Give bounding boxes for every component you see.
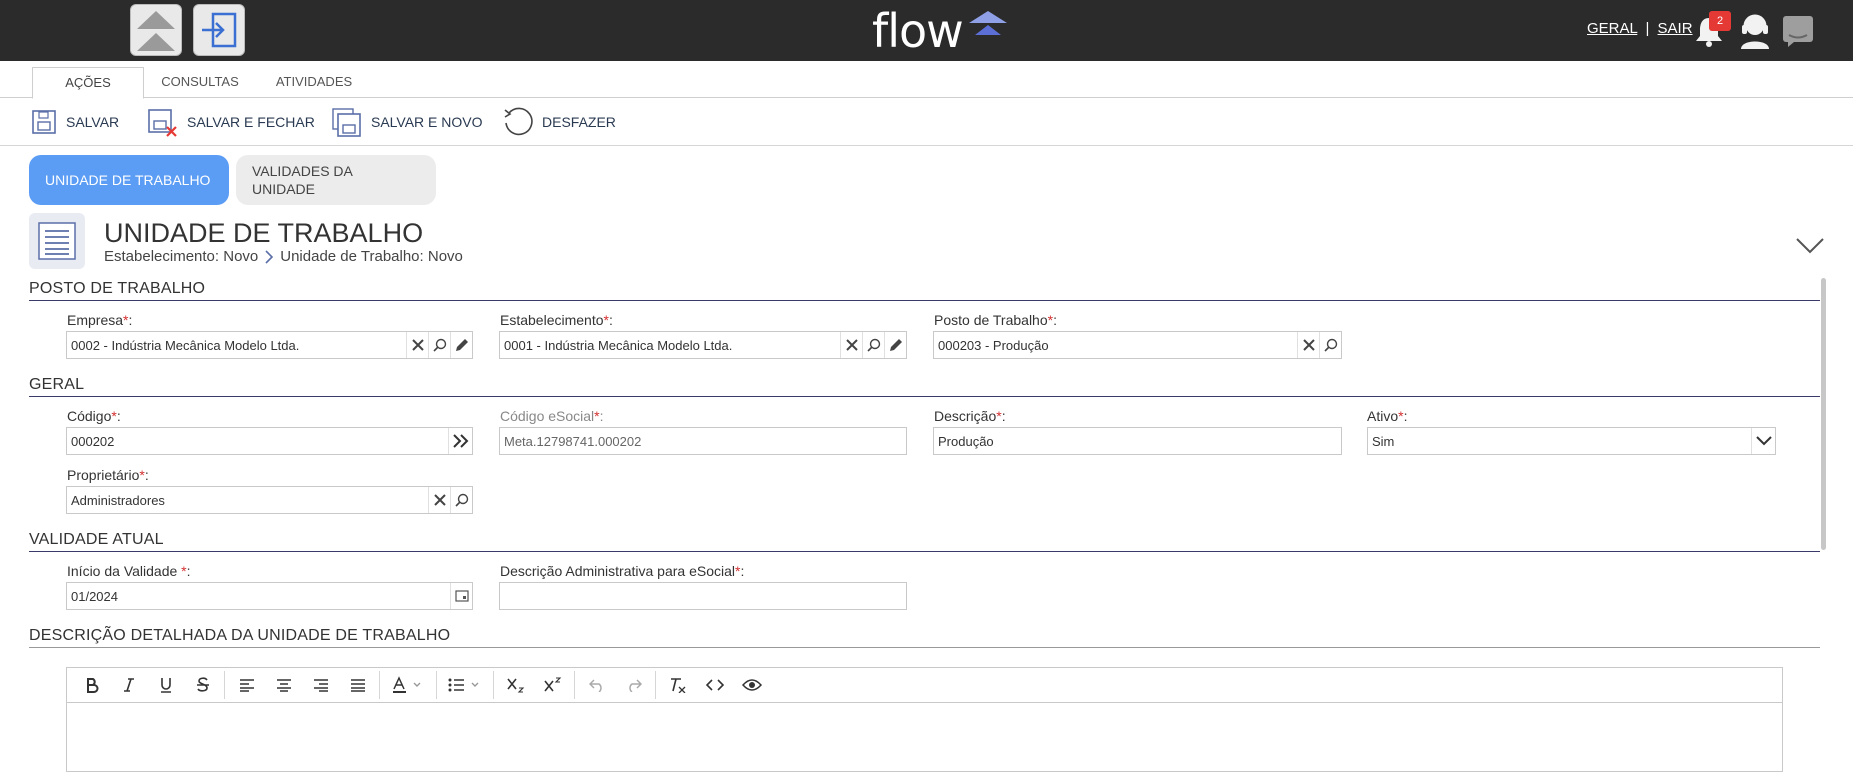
sign-in-icon	[202, 12, 237, 48]
subscript-icon[interactable]	[497, 670, 534, 700]
esocial-code-field: Meta.12798741.000202	[499, 427, 907, 455]
codigo-label: Código*:	[67, 408, 121, 424]
section-divider	[29, 647, 1820, 648]
clear-format-icon[interactable]	[659, 670, 696, 700]
action-toolbar: SALVAR SALVAR E FECHAR SALVAR E NOVO DES…	[0, 98, 1853, 146]
clear-icon[interactable]	[406, 332, 428, 358]
align-right-icon[interactable]	[302, 670, 339, 700]
align-center-icon[interactable]	[265, 670, 302, 700]
bold-icon[interactable]	[73, 670, 110, 700]
save-new-button[interactable]: SALVAR E NOVO	[331, 106, 483, 138]
top-links: GERAL | SAIR	[1587, 20, 1693, 37]
posto-label: Posto de Trabalho*:	[934, 312, 1057, 328]
undo-edit-icon[interactable]	[578, 670, 615, 700]
tab-consultas[interactable]: CONSULTAS	[152, 67, 248, 99]
calendar-icon[interactable]	[450, 583, 472, 609]
edit-pencil-icon[interactable]	[450, 332, 472, 358]
login-button[interactable]	[193, 4, 245, 56]
chevron-right-icon	[265, 249, 274, 264]
superscript-icon[interactable]	[534, 670, 571, 700]
italic-icon[interactable]	[110, 670, 147, 700]
chevron-down-icon[interactable]	[1751, 428, 1775, 454]
geral-link[interactable]: GERAL	[1587, 20, 1637, 37]
sair-link[interactable]: SAIR	[1658, 20, 1693, 37]
cloud-upload-icon	[137, 11, 175, 51]
tab-atividades[interactable]: ATIVIDADES	[264, 67, 364, 99]
chevron-down-icon[interactable]	[1795, 236, 1825, 256]
estabelecimento-field[interactable]: 0001 - Indústria Mecânica Modelo Ltda.	[499, 331, 907, 359]
search-icon[interactable]	[862, 332, 884, 358]
section-tab-validades[interactable]: VALIDADES DA UNIDADE	[236, 155, 436, 205]
rich-text-toolbar	[66, 667, 1783, 703]
scrollbar[interactable]	[1821, 278, 1826, 550]
esocial-label: Código eSocial*:	[500, 408, 604, 424]
descricao-field[interactable]: Produção	[933, 427, 1342, 455]
notification-badge: 2	[1709, 11, 1731, 31]
text-color-icon[interactable]	[383, 670, 433, 700]
section-detalhada-title: DESCRIÇÃO DETALHADA DA UNIDADE DE TRABAL…	[29, 627, 451, 644]
save-close-icon	[148, 109, 177, 137]
clear-icon[interactable]	[1297, 332, 1319, 358]
tab-acoes[interactable]: AÇÕES	[32, 67, 144, 99]
section-divider	[29, 396, 1820, 397]
page-title: UNIDADE DE TRABALHO	[104, 218, 424, 248]
save-close-button[interactable]: SALVAR E FECHAR	[147, 106, 315, 138]
double-chevron-right-icon[interactable]	[448, 428, 472, 454]
section-divider	[29, 300, 1820, 301]
chat-icon[interactable]	[1782, 15, 1814, 47]
ativo-label: Ativo*:	[1367, 408, 1408, 424]
section-tab-unidade[interactable]: UNIDADE DE TRABALHO	[29, 155, 229, 205]
strikethrough-icon[interactable]	[184, 670, 221, 700]
logo-mark-icon	[969, 11, 1007, 35]
support-agent-icon[interactable]	[1738, 13, 1772, 49]
breadcrumb: Estabelecimento: Novo Unidade de Trabalh…	[104, 248, 463, 265]
breadcrumb-item-estabelecimento[interactable]: Estabelecimento: Novo	[104, 248, 258, 265]
search-icon[interactable]	[450, 487, 472, 513]
save-button[interactable]: SALVAR	[30, 106, 119, 138]
ativo-select[interactable]: Sim	[1367, 427, 1776, 455]
edit-pencil-icon[interactable]	[884, 332, 906, 358]
undo-button[interactable]: DESFAZER	[502, 106, 616, 138]
tab-bar: AÇÕES CONSULTAS ATIVIDADES	[0, 61, 1853, 99]
proprietario-label: Proprietário*:	[67, 467, 149, 483]
search-icon[interactable]	[1319, 332, 1341, 358]
descricao-adm-field[interactable]	[499, 582, 907, 610]
estabelecimento-label: Estabelecimento*:	[500, 312, 613, 328]
descricao-label: Descrição*:	[934, 408, 1006, 424]
posto-field[interactable]: 000203 - Produção	[933, 331, 1342, 359]
underline-icon[interactable]	[147, 670, 184, 700]
inicio-validade-label: Início da Validade *:	[67, 563, 191, 579]
proprietario-field[interactable]: Administradores	[66, 486, 473, 514]
align-left-icon[interactable]	[228, 670, 265, 700]
undo-icon	[504, 107, 533, 136]
inicio-validade-field[interactable]: 01/2024	[66, 582, 473, 610]
section-geral-title: GERAL	[29, 376, 85, 393]
upload-button[interactable]	[130, 4, 182, 56]
section-divider	[29, 551, 1820, 552]
save-icon	[32, 110, 56, 134]
empresa-label: Empresa*:	[67, 312, 133, 328]
search-icon[interactable]	[428, 332, 450, 358]
clear-icon[interactable]	[840, 332, 862, 358]
align-justify-icon[interactable]	[339, 670, 376, 700]
section-validade-title: VALIDADE ATUAL	[29, 531, 164, 548]
section-posto-title: POSTO DE TRABALHO	[29, 280, 206, 297]
flow-logo: flow	[872, 6, 1012, 56]
redo-edit-icon[interactable]	[615, 670, 652, 700]
top-bar: flow GERAL | SAIR 2	[0, 0, 1853, 61]
descricao-adm-label: Descrição Administrativa para eSocial*:	[500, 563, 745, 579]
code-icon[interactable]	[696, 670, 733, 700]
save-new-icon	[332, 108, 361, 137]
empresa-field[interactable]: 0002 - Indústria Mecânica Modelo Ltda.	[66, 331, 473, 359]
bullet-list-icon[interactable]	[440, 670, 490, 700]
rich-text-editor[interactable]	[66, 703, 1783, 772]
preview-eye-icon[interactable]	[733, 670, 770, 700]
document-list-icon	[29, 213, 85, 269]
breadcrumb-item-unidade[interactable]: Unidade de Trabalho: Novo	[280, 248, 463, 265]
codigo-field[interactable]: 000202	[66, 427, 473, 455]
clear-icon[interactable]	[428, 487, 450, 513]
